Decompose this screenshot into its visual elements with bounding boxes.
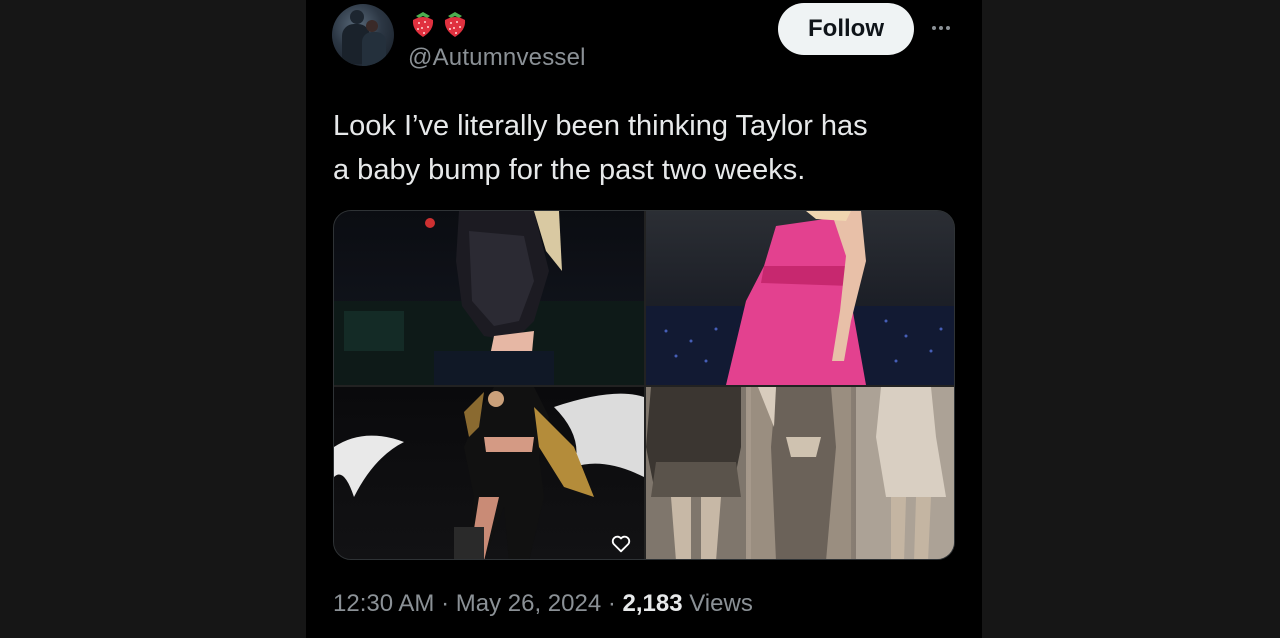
tweet-text: Look I’ve literally been thinking Taylor… [333,104,953,192]
image-sequined-bodysuit[interactable] [334,211,644,385]
more-options-icon[interactable] [926,16,956,40]
views-count: 2,183 [622,590,683,617]
tweet-time[interactable]: 12:30 AM [333,590,434,617]
tweet-meta: 12:30 AM · May 26, 2024 · 2,183 Views [333,590,753,618]
tweet-text-line: Look I’ve literally been thinking Taylor… [333,110,868,142]
image-black-outfit-feathers[interactable] [334,387,644,559]
follow-button[interactable]: Follow [778,3,914,55]
avatar[interactable] [332,4,394,66]
display-name[interactable] [410,10,468,38]
strawberry-icon [412,12,434,37]
tweet-card: @Autumnvessel Follow Look I’ve literally… [306,0,982,638]
right-margin [982,0,1280,638]
media-grid [333,210,955,560]
heart-icon[interactable] [610,533,632,555]
meta-separator: · [601,590,623,617]
meta-separator: · [434,590,456,617]
tweet-text-line: a baby bump for the past two weeks. [333,154,806,186]
image-three-figures-sepia[interactable] [646,387,954,559]
left-margin [0,0,306,638]
tweet-date[interactable]: May 26, 2024 [456,590,601,617]
image-pink-dress[interactable] [646,211,954,385]
views-label: Views [682,590,753,617]
user-handle[interactable]: @Autumnvessel [408,44,586,72]
strawberry-icon [444,12,466,37]
